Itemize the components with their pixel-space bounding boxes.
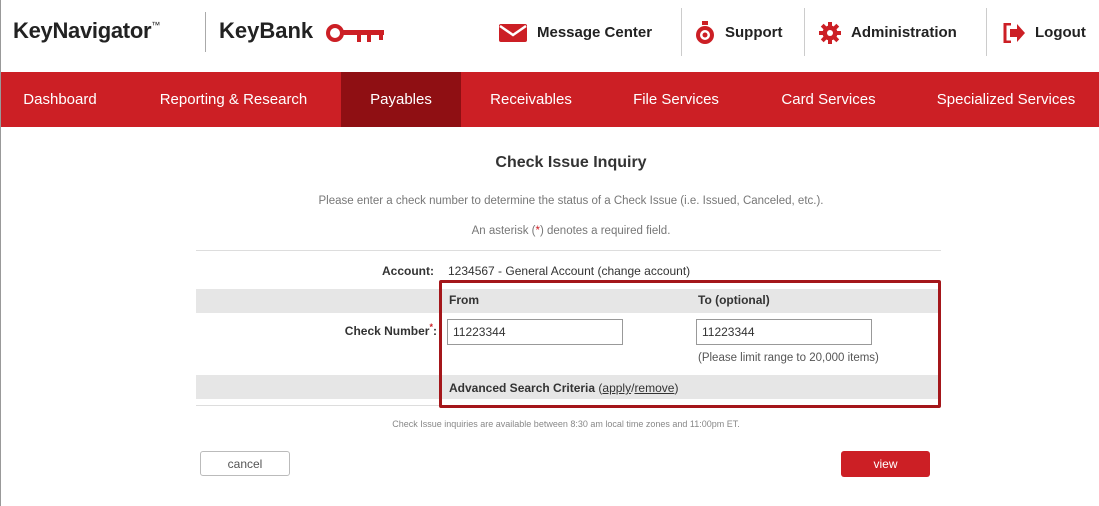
- administration-link[interactable]: Administration: [819, 0, 957, 65]
- highlight-box: [439, 280, 941, 408]
- required-note-suffix: ) denotes a required field.: [539, 225, 671, 237]
- header-divider: [681, 8, 682, 56]
- view-button[interactable]: view: [841, 451, 930, 477]
- account-value: 1234567 - General Account (change accoun…: [448, 264, 690, 278]
- header: KeyNavigator™ KeyBank Message Center Sup…: [1, 0, 1099, 72]
- header-divider: [804, 8, 805, 56]
- support-link[interactable]: Support: [695, 0, 783, 65]
- check-number-label: Check Number*:: [301, 322, 437, 338]
- message-center-link[interactable]: Message Center: [499, 0, 652, 65]
- main-nav: Dashboard Reporting & Research Payables …: [1, 72, 1099, 127]
- logout-label: Logout: [1035, 24, 1086, 41]
- header-divider: [986, 8, 987, 56]
- app-frame: KeyNavigator™ KeyBank Message Center Sup…: [0, 0, 1099, 506]
- nav-file-services[interactable]: File Services: [601, 72, 751, 127]
- check-number-text: Check Number: [344, 324, 430, 338]
- nav-dashboard[interactable]: Dashboard: [1, 72, 119, 127]
- keybank-logo: KeyBank: [219, 18, 314, 43]
- key-icon: [326, 24, 384, 42]
- check-number-colon: :: [433, 324, 437, 338]
- page-title: Check Issue Inquiry: [495, 154, 647, 171]
- required-note-prefix: An asterisk (: [471, 225, 536, 237]
- nav-reporting-research[interactable]: Reporting & Research: [141, 72, 326, 127]
- required-field-note: An asterisk (*) denotes a required field…: [1, 225, 1099, 237]
- support-label: Support: [725, 24, 783, 41]
- gear-icon: [819, 21, 841, 44]
- nav-card-services[interactable]: Card Services: [756, 72, 901, 127]
- lifebuoy-icon: [695, 20, 715, 45]
- keynavigator-logo[interactable]: KeyNavigator™: [13, 18, 160, 44]
- keynavigator-logo-text: KeyNavigator: [13, 18, 152, 43]
- nav-receivables[interactable]: Receivables: [471, 72, 591, 127]
- trademark-mark: ™: [151, 20, 160, 30]
- administration-label: Administration: [851, 24, 957, 41]
- nav-specialized-services[interactable]: Specialized Services: [916, 72, 1096, 127]
- nav-payables[interactable]: Payables: [341, 72, 461, 127]
- logo-divider: [205, 12, 206, 52]
- cancel-button[interactable]: cancel: [200, 451, 290, 476]
- message-center-label: Message Center: [537, 24, 653, 41]
- logout-link[interactable]: Logout: [1003, 0, 1086, 65]
- envelope-icon: [499, 23, 527, 43]
- logout-arrow-icon: [1003, 22, 1025, 43]
- divider: [196, 250, 941, 251]
- page-description: Please enter a check number to determine…: [318, 195, 824, 207]
- account-label: Account:: [382, 264, 434, 278]
- change-account-link[interactable]: (change account): [597, 264, 690, 278]
- account-name: 1234567 - General Account: [448, 264, 595, 278]
- availability-note: Check Issue inquiries are available betw…: [392, 419, 740, 429]
